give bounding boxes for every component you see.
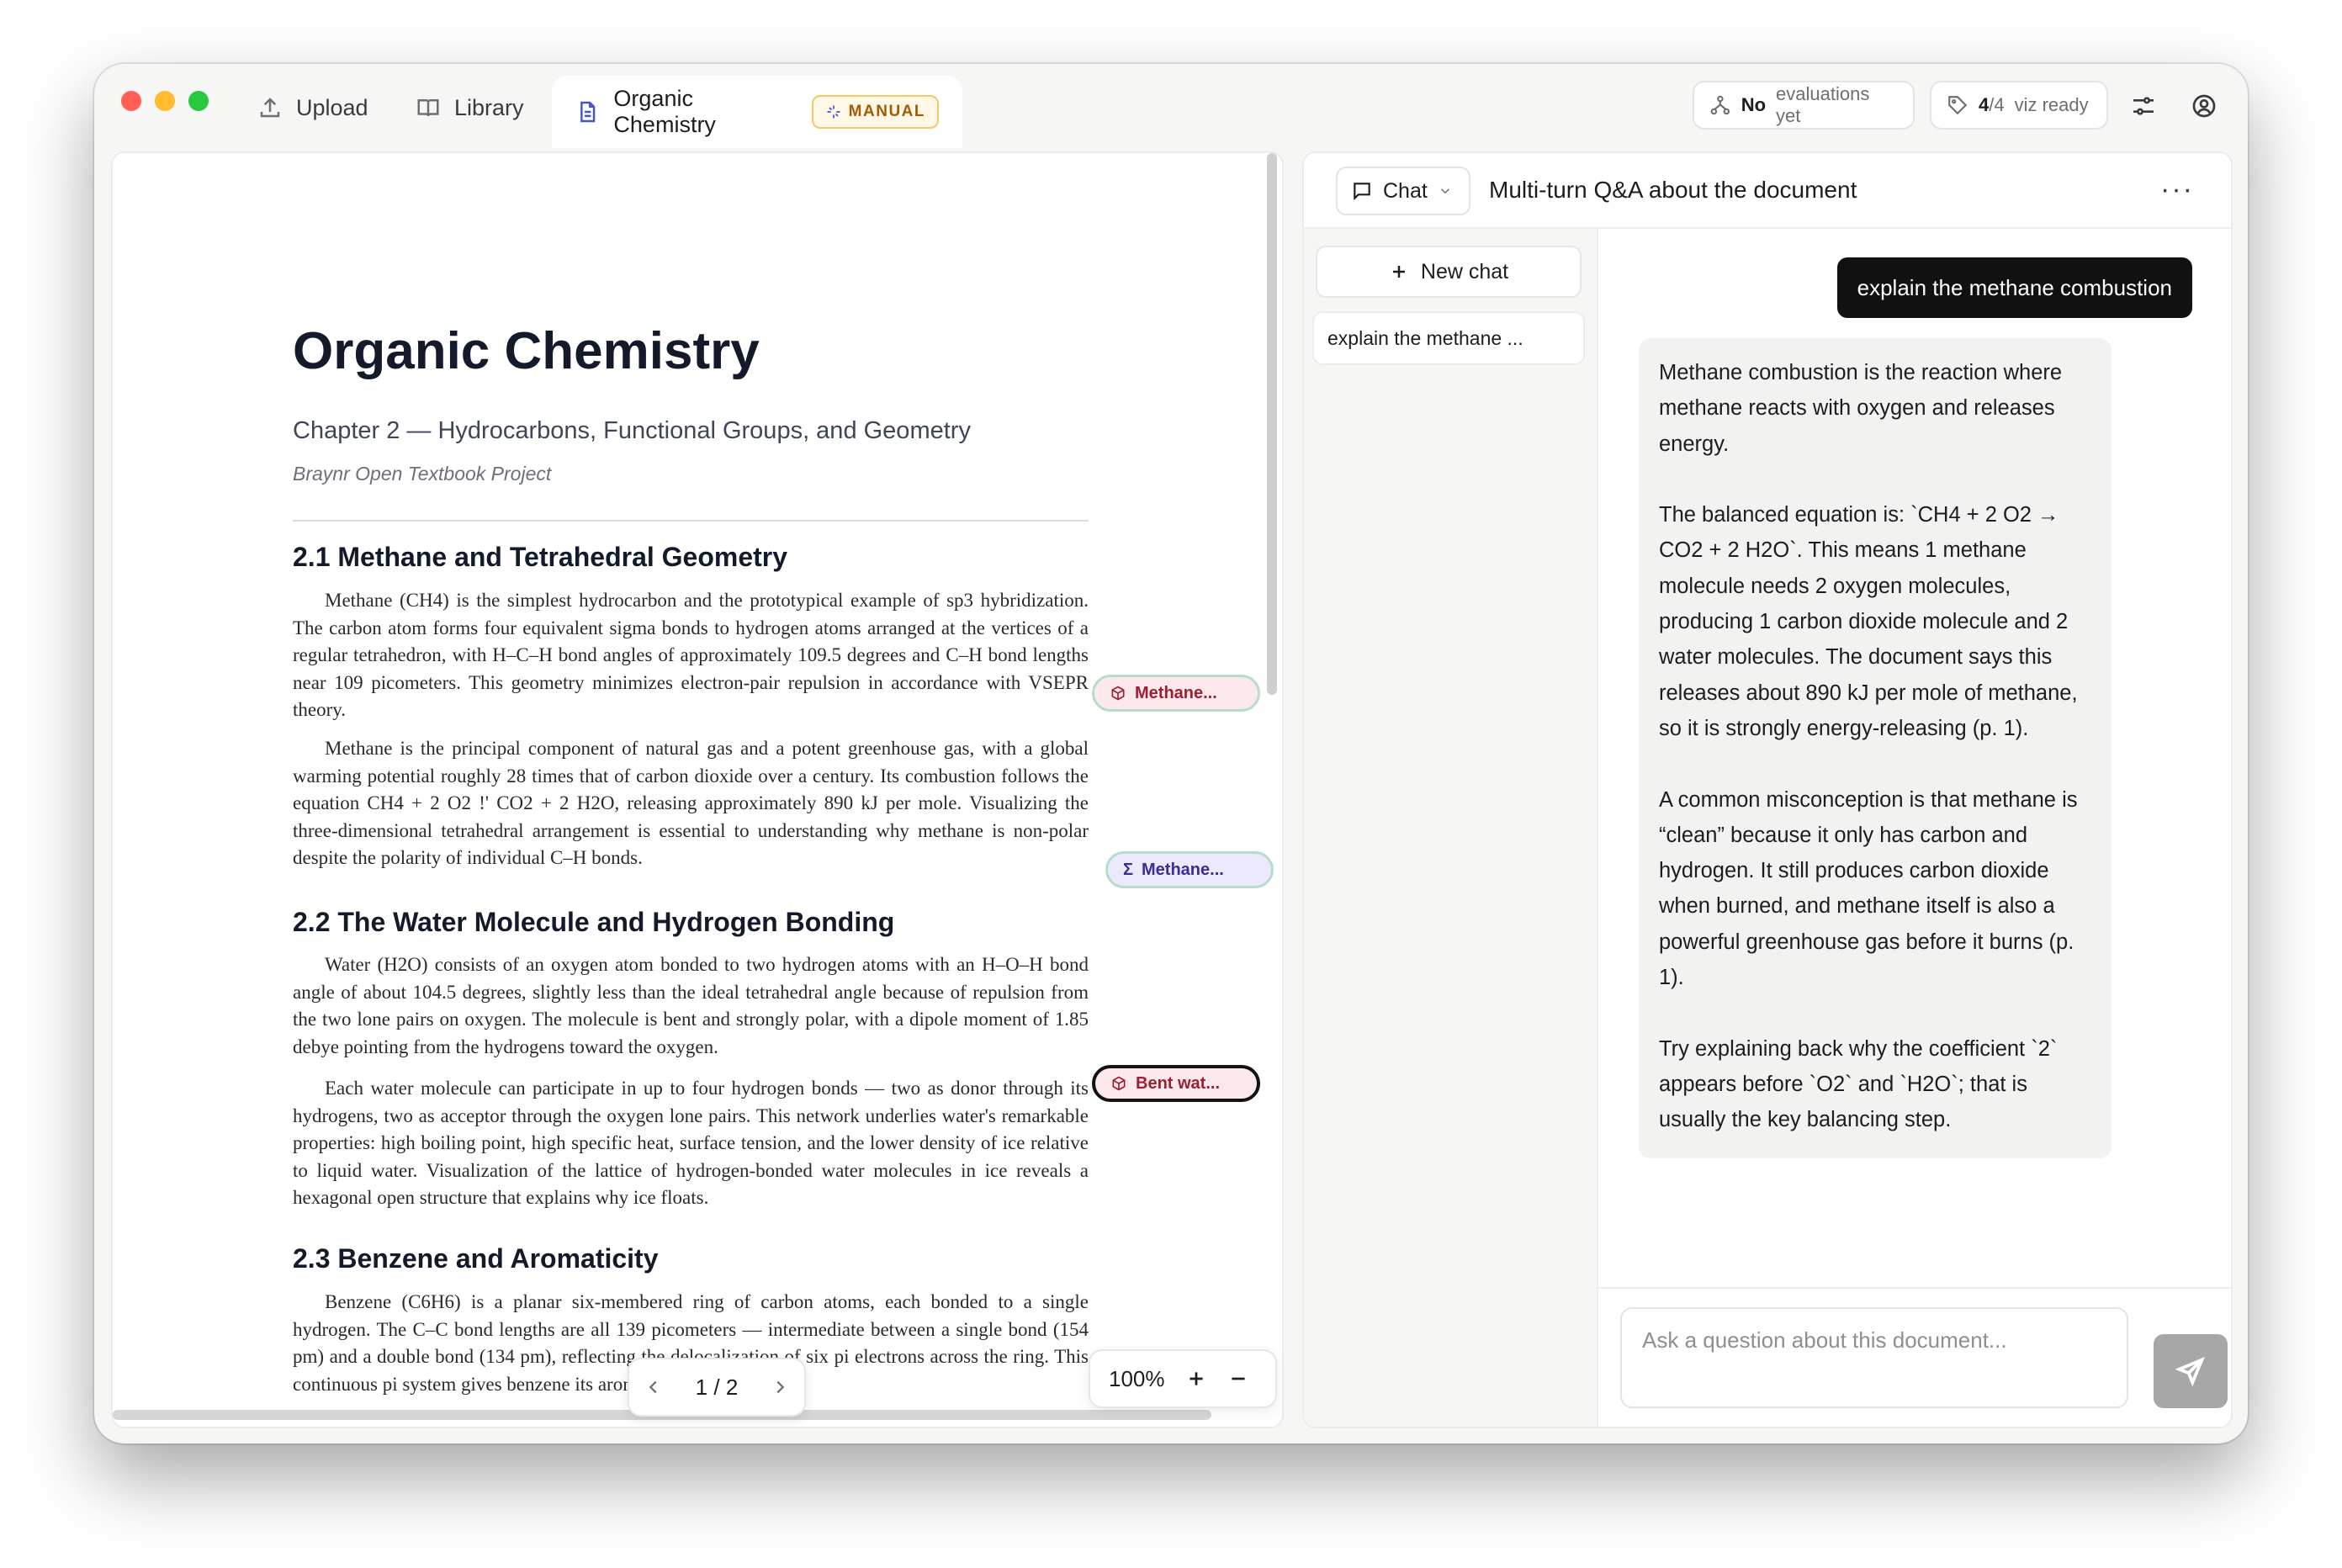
chevron-right-icon[interactable]	[771, 1378, 789, 1396]
assistant-paragraph: The balanced equation is: `CH4 + 2 O2 → …	[1659, 503, 2078, 740]
paragraph: Each water molecule can participate in u…	[293, 1078, 1089, 1208]
book-icon	[417, 99, 439, 117]
viz-ready-status[interactable]: 4/4 viz ready	[1930, 81, 2108, 130]
tab-active-document[interactable]: Organic Chemistry MANUAL	[552, 76, 962, 148]
assistant-paragraph: Try explaining back why the coefficient …	[1659, 1036, 2058, 1132]
assistant-paragraph: Methane combustion is the reaction where…	[1659, 361, 2063, 456]
tab-library-label: Library	[454, 94, 524, 120]
viz-chip-label: Methane...	[1135, 683, 1217, 702]
title-bar: Upload Library Organic Chemistry MANUAL …	[94, 64, 2248, 151]
manual-badge: MANUAL	[811, 95, 939, 129]
tab-library[interactable]: Library	[395, 76, 544, 140]
app-window: Upload Library Organic Chemistry MANUAL …	[94, 64, 2248, 1444]
send-icon	[2175, 1357, 2205, 1386]
user-circle-icon	[2192, 94, 2216, 118]
page-navigator: 1 / 2	[628, 1358, 806, 1417]
chat-title: Multi-turn Q&A about the document	[1489, 177, 1857, 203]
evaluations-label: evaluations yet	[1776, 83, 1870, 126]
sparkle-icon	[827, 105, 840, 119]
evaluations-status[interactable]: No evaluations yet	[1693, 81, 1915, 130]
sigma-icon: Σ	[1123, 860, 1134, 879]
tab-upload-label: Upload	[296, 94, 368, 120]
viz-total: /4	[1989, 94, 2005, 115]
chat-mode-select[interactable]: Chat	[1336, 167, 1470, 215]
zoom-level: 100%	[1109, 1365, 1165, 1391]
document-icon	[580, 101, 596, 123]
document-project: Braynr Open Textbook Project	[293, 463, 552, 485]
zoom-in-icon[interactable]	[1185, 1368, 1207, 1390]
user-message: explain the methane combustion	[1836, 257, 2192, 318]
viz-chip-label: Methane...	[1142, 860, 1224, 879]
viz-ready-label: viz ready	[2014, 94, 2089, 115]
maximize-window-button[interactable]	[188, 91, 209, 111]
message-icon	[1354, 183, 1370, 201]
document-subtitle: Chapter 2 — Hydrocarbons, Functional Gro…	[293, 417, 971, 444]
settings-button[interactable]	[2125, 87, 2162, 124]
section-heading: 2.3 Benzene and Aromaticity	[293, 1243, 659, 1274]
tag-icon	[1948, 96, 1968, 115]
chat-mode-label: Chat	[1383, 178, 1428, 203]
sliders-icon	[2133, 97, 2154, 115]
chat-panel: Chat Multi-turn Q&A about the document ·…	[1302, 151, 2233, 1428]
chat-header: Chat Multi-turn Q&A about the document ·…	[1304, 153, 2231, 229]
assistant-message: Methane combustion is the reaction where…	[1639, 338, 2112, 1158]
viz-chip-methane-equation[interactable]: Σ Methane...	[1105, 851, 1274, 888]
cube-icon	[1112, 1076, 1126, 1091]
chevron-down-icon	[1440, 188, 1449, 194]
viz-chip-label: Bent wat...	[1136, 1073, 1221, 1093]
viz-chip-bent-water[interactable]: Bent wat...	[1092, 1065, 1260, 1102]
tab-active-document-label: Organic Chemistry	[613, 86, 716, 137]
new-chat-label: New chat	[1420, 259, 1509, 283]
more-options-icon[interactable]: ···	[2160, 173, 2194, 206]
document-viewer: Organic Chemistry Chapter 2 — Hydrocarbo…	[111, 151, 1284, 1428]
vertical-scrollbar[interactable]	[1267, 153, 1277, 695]
network-icon	[1710, 95, 1730, 115]
section-heading: 2.1 Methane and Tetrahedral Geometry	[293, 542, 788, 572]
account-button[interactable]	[2186, 87, 2223, 124]
send-button[interactable]	[2154, 1334, 2228, 1408]
chevron-left-icon[interactable]	[644, 1378, 663, 1396]
page-indicator: 1 / 2	[696, 1375, 739, 1401]
minimize-window-button[interactable]	[155, 91, 175, 111]
viz-ready-count: 4	[1979, 94, 1990, 115]
question-input[interactable]: Ask a question about this document...	[1620, 1307, 2128, 1408]
current-page: 1	[695, 1374, 708, 1400]
paragraph: Methane (CH4) is the simplest hydrocarbo…	[293, 590, 1089, 720]
viz-chip-methane-3d[interactable]: Methane...	[1092, 675, 1260, 712]
zoom-out-icon[interactable]	[1227, 1368, 1249, 1390]
assistant-paragraph: A common misconception is that methane i…	[1659, 787, 2078, 990]
new-chat-button[interactable]: New chat	[1316, 246, 1582, 298]
chat-history-sidebar: New chat explain the methane ...	[1304, 229, 1598, 1427]
section-heading: 2.2 The Water Molecule and Hydrogen Bond…	[293, 907, 895, 937]
cube-icon	[1111, 686, 1125, 701]
zoom-controls: 100%	[1089, 1349, 1277, 1408]
composer-divider	[1598, 1287, 2231, 1289]
close-window-button[interactable]	[121, 91, 141, 111]
evaluations-count: No	[1741, 94, 1767, 115]
paragraph: Water (H2O) consists of an oxygen atom b…	[293, 954, 1089, 1057]
tab-upload[interactable]: Upload	[237, 76, 389, 140]
document-title: Organic Chemistry	[293, 322, 760, 380]
total-pages: 2	[725, 1374, 739, 1400]
document-page: Organic Chemistry Chapter 2 — Hydrocarbo…	[113, 153, 1274, 1427]
chat-history-item[interactable]: explain the methane ...	[1312, 311, 1585, 365]
divider	[293, 520, 1089, 522]
paragraph: Methane is the principal component of na…	[293, 738, 1089, 868]
page-separator: /	[713, 1374, 720, 1400]
upload-icon	[260, 98, 280, 118]
manual-badge-label: MANUAL	[848, 103, 925, 120]
plus-icon	[1392, 266, 1405, 278]
